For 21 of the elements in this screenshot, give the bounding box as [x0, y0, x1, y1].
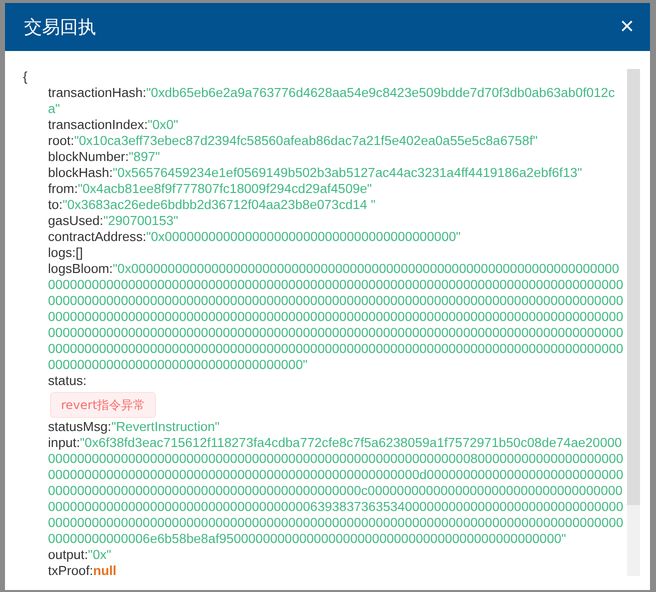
json-entry: root:"0x10ca3eff73ebec87d2394fc58560afeab86dac7a21f5e402ea0a55e5c8a6758f"	[48, 133, 539, 149]
json-entry: blockHash:"0x56576459234e1ef0569149b502b3ab5127ac44ac3231a4ff4419186a2ebf6f13"	[48, 165, 584, 181]
json-entry: input:"0x6f38fd3eac715612f118273fa4cdba772cfe8c7f5a6238059a1f7572971b50c08de74ae200000000000000000000000000000000000000000000000000000000000000800000000000000000000000000000000000000000000000000000000000000000000000d0000000000000000000000000000000000000000000000000000000000000000000000c000000000000000000000000000000000000000000000000000000000000000000000006393837363534000000000000000000000000000000000000000000000000000000000000000000000000000000000000000000000000000000000000000000000000006e6b58be8af95000000000000000000000000000000000000000000000"	[48, 435, 624, 547]
json-entry: logs:[]	[48, 245, 84, 261]
scrollbar[interactable]	[627, 69, 640, 576]
json-key: status:	[48, 373, 87, 388]
json-brace: {	[23, 69, 28, 85]
json-entry: transactionIndex:"0x0"	[48, 117, 180, 133]
json-entry: blockNumber:"897"	[48, 149, 161, 165]
json-entry: statusMsg:"RevertInstruction"	[48, 419, 221, 435]
close-button[interactable]: ×	[616, 15, 638, 39]
json-entry: to:"0x3683ac26ede6bdbb2d36712f04aa23b8e073cd14 "	[48, 197, 376, 213]
status-tag: revert指令异常	[50, 392, 156, 418]
json-entry: output:"0x"	[48, 547, 112, 563]
json-entry: from:"0x4acb81ee8f9f777807fc18009f294cd29af4509e"	[48, 181, 373, 197]
json-entry: gasUsed:"290700153"	[48, 213, 180, 229]
dialog-title: 交易回执	[24, 16, 96, 39]
json-entry: txProof:null	[48, 563, 118, 576]
json-entry: transactionHash:"0xdb65eb6e2a9a763776d4628aa54e9c8423e509bdde7d70f3db0ab63ab0f012ca"	[48, 85, 616, 117]
json-entry: contractAddress:"0x0000000000000000000000000000000000000000"	[48, 229, 462, 245]
json-entry: logsBloom:"0x00000000000000000000000000000000000000000000000000000000000000000000000000000000000000000000000000000000000000000000000000000000000000000000000000000000000000000000000000000000000000000000000000000000000000000000000000000000000000000000000000000000000000000000000000000000000000000000000000000000000000000000000000000000000000000000000000000000000000000000000000000000000000000000000000000000000000000000000000000000000000000000000000000000000000000000000000000000000000000000000000000000000000000"	[48, 261, 624, 373]
